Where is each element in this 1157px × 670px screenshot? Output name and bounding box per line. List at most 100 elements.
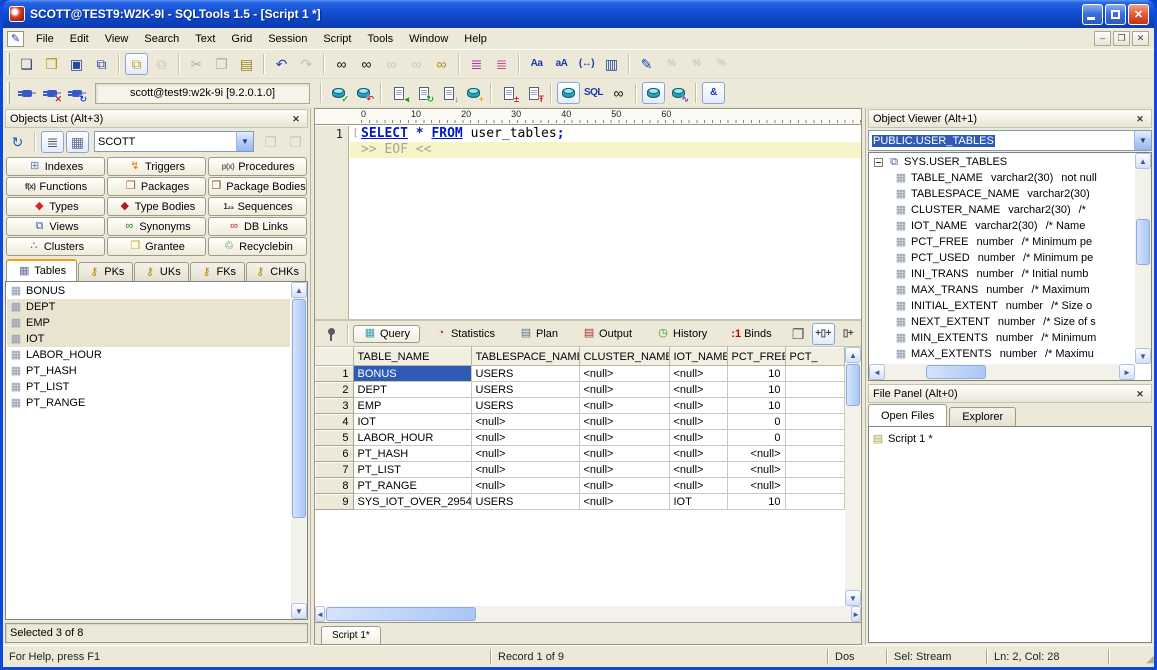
tree-item[interactable]: ▦IOT_NAMEvarchar2(30)/* Name (870, 218, 1134, 234)
substitution-icon[interactable]: & (702, 82, 725, 104)
uppercase-icon[interactable]: aA (550, 53, 573, 75)
grid-vertical-scrollbar[interactable]: ▲ ▼ (845, 347, 861, 606)
tree-item[interactable]: ▦MAX_TRANSnumber/* Maximum (870, 282, 1134, 298)
fetch-all-icon[interactable]: Ŧ (522, 82, 545, 104)
object-type-button-package-bodies[interactable]: ❒Package Bodies (208, 177, 307, 196)
chevron-down-icon[interactable]: ▼ (1134, 131, 1151, 150)
column-header[interactable] (315, 348, 353, 366)
copy-grid-icon[interactable]: ❐ (787, 323, 810, 345)
row-number-cell[interactable]: 1 (315, 366, 353, 382)
object-viewer-close-icon[interactable]: ✕ (1133, 112, 1147, 125)
grid-cell[interactable]: PT_RANGE (353, 478, 471, 494)
script-document-tab[interactable]: Script 1* (321, 626, 381, 644)
grid-cell[interactable] (785, 494, 845, 510)
menu-item-session[interactable]: Session (260, 30, 315, 48)
tree-item[interactable]: ▦MAX_EXTENTSnumber/* Maximu (870, 346, 1134, 362)
grid-cell[interactable]: <null> (471, 478, 579, 494)
single-record-view-icon[interactable]: +▯+ (812, 323, 835, 345)
grid-cell[interactable]: IOT (669, 494, 727, 510)
scroll-thumb[interactable] (292, 299, 306, 518)
grid-cell[interactable]: <null> (579, 398, 669, 414)
grid-cell[interactable]: PT_HASH (353, 446, 471, 462)
execute-script-icon[interactable]: ↓ (437, 82, 460, 104)
scroll-thumb[interactable] (1136, 219, 1150, 265)
object-type-button-indexes[interactable]: ⊞Indexes (6, 157, 105, 176)
object-type-button-types[interactable]: ◆Types (6, 197, 105, 216)
sql-statement[interactable]: SELECT * FROM user_tables; (361, 126, 565, 142)
grid-cell[interactable]: <null> (579, 382, 669, 398)
results-tab-output[interactable]: ▤Output (572, 325, 642, 343)
execute-step-icon[interactable]: ± (497, 82, 520, 104)
grid-cell[interactable]: <null> (727, 462, 785, 478)
list-item[interactable]: ▦PT_LIST (7, 379, 290, 395)
menu-item-file[interactable]: File (28, 30, 62, 48)
grid-cell[interactable] (785, 430, 845, 446)
schema-combo[interactable]: SCOTT ▼ (94, 131, 254, 152)
new-file-icon[interactable]: ❏ (15, 53, 38, 75)
row-number-cell[interactable]: 3 (315, 398, 353, 414)
object-type-button-functions[interactable]: f(x)Functions (6, 177, 105, 196)
row-number-cell[interactable]: 6 (315, 446, 353, 462)
grid-cell[interactable]: <null> (669, 462, 727, 478)
minimize-button[interactable] (1082, 4, 1103, 25)
grid-cell[interactable]: <null> (727, 478, 785, 494)
grid-cell[interactable] (785, 414, 845, 430)
tree-item[interactable]: ▦TABLESPACE_NAMEvarchar2(30) (870, 186, 1134, 202)
tree-item[interactable]: ▦INITIAL_EXTENTnumber/* Size o (870, 298, 1134, 314)
grid-horizontal-scrollbar[interactable]: ◄ ► (315, 606, 861, 622)
chevron-down-icon[interactable]: ▼ (236, 132, 253, 151)
grid-cell[interactable] (785, 446, 845, 462)
tab-pks[interactable]: ⚷PKs (78, 262, 133, 281)
connect-icon[interactable] (15, 82, 38, 104)
object-type-button-synonyms[interactable]: ∞Synonyms (107, 217, 206, 236)
results-tab-statistics[interactable]: ◔Statistics (424, 325, 505, 343)
column-header[interactable]: TABLE_NAME (353, 348, 471, 366)
objects-list-close-icon[interactable]: ✕ (289, 112, 303, 125)
mdi-close-button[interactable]: ✕ (1132, 31, 1149, 46)
grid-cell[interactable]: 10 (727, 398, 785, 414)
list-item[interactable]: ▦EMP (7, 315, 290, 331)
grid-cell[interactable]: <null> (471, 414, 579, 430)
menu-item-edit[interactable]: Edit (62, 30, 97, 48)
scroll-up-icon[interactable]: ▲ (1135, 153, 1151, 169)
grid-cell[interactable]: <null> (579, 494, 669, 510)
list-view-icon[interactable]: ≣ (41, 131, 64, 153)
grid-cell[interactable]: <null> (579, 430, 669, 446)
list-item[interactable]: ▦LABOR_HOUR (7, 347, 290, 363)
find-marked-icon[interactable]: ∞ (430, 53, 453, 75)
save-all-icon[interactable]: ⧉ (90, 53, 113, 75)
grid-cell[interactable] (785, 478, 845, 494)
grid-cell[interactable]: <null> (579, 478, 669, 494)
mdi-minimize-button[interactable]: – (1094, 31, 1111, 46)
tree-item[interactable]: ▦MIN_EXTENTSnumber/* Minimum (870, 330, 1134, 346)
lowercase-icon[interactable]: Aa (525, 53, 548, 75)
list-item[interactable]: ▦IOT (7, 331, 290, 347)
row-number-cell[interactable]: 8 (315, 478, 353, 494)
grid-cell[interactable]: SYS_IOT_OVER_29541 (353, 494, 471, 510)
tab-uks[interactable]: ⚷UKs (134, 262, 189, 281)
grid-cell[interactable] (785, 462, 845, 478)
results-tab-binds[interactable]: :1Binds (721, 325, 781, 343)
grid-cell[interactable] (785, 398, 845, 414)
grid-cell[interactable] (785, 382, 845, 398)
refresh-icon[interactable]: ↻ (6, 131, 29, 153)
undo-icon[interactable]: ↶ (270, 53, 293, 75)
grid-cell[interactable]: IOT (353, 414, 471, 430)
scroll-thumb[interactable] (326, 607, 476, 621)
tree-expander-icon[interactable] (874, 158, 883, 167)
list-item[interactable]: ▦BONUS (7, 283, 290, 299)
comment-icon[interactable]: ✎ (635, 53, 658, 75)
column-header[interactable]: TABLESPACE_NAME (471, 348, 579, 366)
maximize-button[interactable] (1105, 4, 1126, 25)
grid-cell[interactable]: USERS (471, 494, 579, 510)
columns-icon[interactable]: ▥ (600, 53, 623, 75)
scroll-down-icon[interactable]: ▼ (1135, 348, 1151, 364)
object-type-button-grantee[interactable]: ❒Grantee (107, 237, 206, 256)
object-type-button-type-bodies[interactable]: ◆Type Bodies (107, 197, 206, 216)
tab-chks[interactable]: ⚷CHKs (246, 262, 306, 281)
rollback-icon[interactable]: ↶ (352, 82, 375, 104)
grid-cell[interactable] (785, 366, 845, 382)
tree-item[interactable]: ▦PCT_USEDnumber/* Minimum pe (870, 250, 1134, 266)
grid-cell[interactable]: <null> (669, 382, 727, 398)
indent-icon[interactable]: ≣ (465, 53, 488, 75)
